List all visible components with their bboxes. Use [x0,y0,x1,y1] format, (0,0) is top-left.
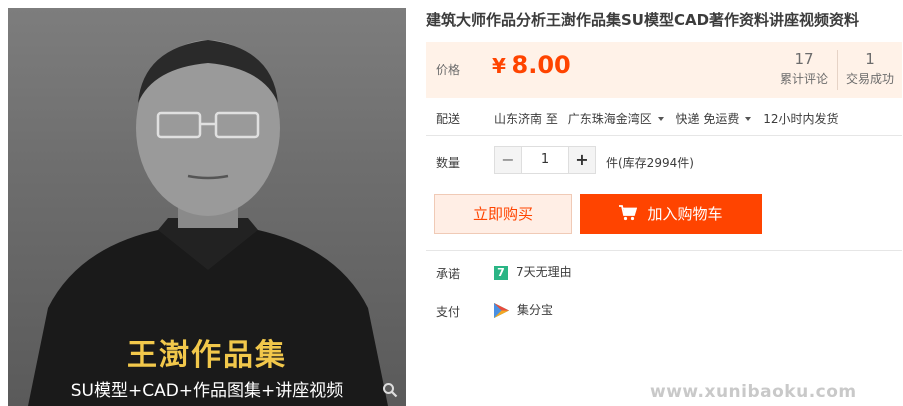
sales-count: 1 [865,50,875,68]
reviews-stat[interactable]: 17 累计评论 [780,50,828,87]
payment-item[interactable]: 集分宝 [494,301,553,318]
quantity-label: 数量 [436,156,461,170]
sales-label: 交易成功 [846,72,895,86]
shipping-method-select[interactable]: 快递 免运费 [676,112,760,126]
divider [426,135,902,136]
currency-symbol: ¥ [492,54,506,78]
zoom-icon[interactable] [382,382,400,400]
delivery-label: 配送 [436,112,461,126]
payment-text: 集分宝 [517,303,554,317]
delivery-destination-select[interactable]: 广东珠海金湾区 [568,112,672,126]
delivery-row: 山东济南 至 广东珠海金湾区 快递 免运费 12小时内发货 [494,110,838,127]
add-to-cart-button[interactable]: 加入购物车 [580,194,762,234]
delivery-from: 山东济南 [494,112,543,126]
promise-text: 7天无理由 [516,265,572,279]
price-panel: 价格 ¥ 8.00 17 累计评论 1 交易成功 [426,42,902,98]
quantity-stepper: − 1 + [494,146,596,174]
ship-time: 12小时内发货 [763,112,839,126]
destination-text: 广东珠海金湾区 [567,112,652,126]
add-to-cart-label: 加入购物车 [647,205,723,223]
price-label: 价格 [436,63,461,77]
delivery-to-word: 至 [545,112,558,126]
price-value: ¥ 8.00 [492,51,571,79]
quantity-input[interactable]: 1 [522,146,568,174]
watermark: www.xunibaoku.com [650,382,857,402]
sales-stat: 1 交易成功 [846,50,894,87]
quantity-minus-button[interactable]: − [494,146,522,174]
cart-icon [619,205,638,221]
payment-label: 支付 [436,305,461,319]
product-image[interactable]: 王澍作品集 SU模型+CAD+作品图集+讲座视频 [8,8,406,406]
reviews-label: 累计评论 [780,72,829,86]
stat-divider [837,50,838,90]
divider [426,250,902,251]
jifenbao-icon [494,303,509,318]
promise-label: 承诺 [436,267,461,281]
promise-item[interactable]: 7 7天无理由 [494,263,572,280]
product-title: 建筑大师作品分析王澍作品集SU模型CAD著作资料讲座视频资料 [426,11,860,29]
chevron-down-icon [657,116,664,121]
quantity-plus-button[interactable]: + [568,146,596,174]
stock-text: 件(库存2994件) [606,156,694,170]
chevron-down-icon [745,116,752,121]
buy-now-button[interactable]: 立即购买 [434,194,572,234]
reviews-count: 17 [794,50,814,68]
price-amount: 8.00 [511,51,571,79]
seven-day-badge-icon: 7 [494,265,508,280]
image-caption-main: 王澍作品集 [127,338,287,373]
shipping-method-text: 快递 免运费 [675,112,740,126]
image-caption-sub: SU模型+CAD+作品图集+讲座视频 [70,381,344,401]
